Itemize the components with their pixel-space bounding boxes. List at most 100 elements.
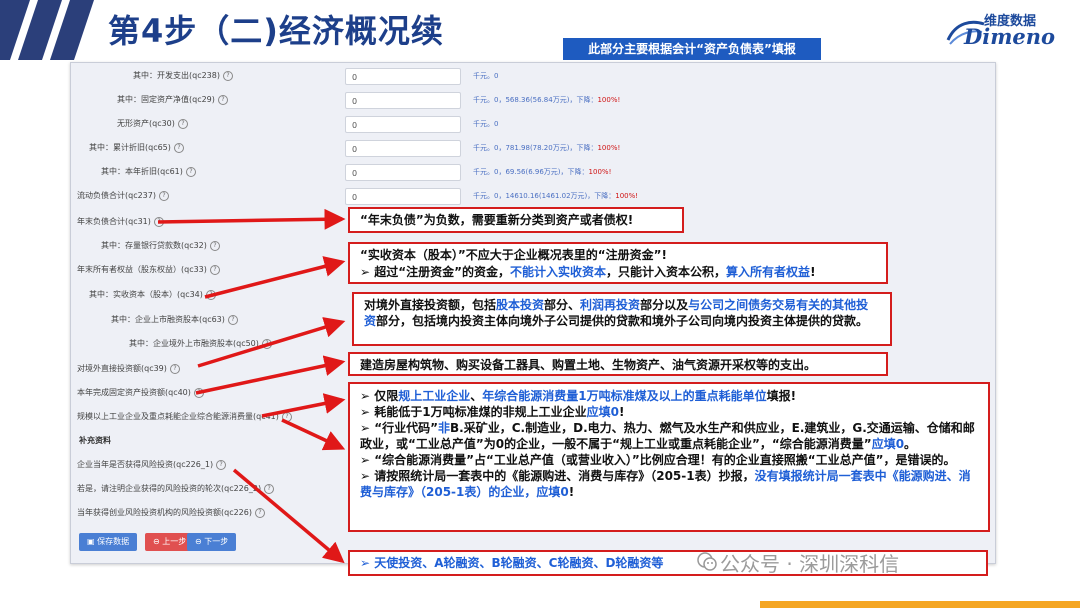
help-icon[interactable]: ? [169,363,180,374]
header-slash-decoration [0,0,94,60]
form-row-input[interactable]: 0 [345,140,461,157]
help-icon[interactable]: ? [255,507,265,518]
form-row-label: 其中：开发支出(qc238)? [133,70,233,81]
section-supplement-title: 补充资料 [79,436,111,445]
next-step-label: 下一步 [204,537,229,546]
note-red: 100% [597,96,618,104]
form-row-note: 千元。0 [473,71,498,81]
form-row: 流动负债合计(qc237)? 0 千元。0，14610.16(1461.02万元)，… [71,186,995,208]
form-row: 其中：固定资产净值(qc29)? 0 千元。0，568.36(56.84万元)，下降… [71,90,995,112]
a2-seg-c: ，只能计入资本公积， [606,265,727,279]
form-row-label: 企业当年是否获得风险投资(qc226_1)? [77,459,227,470]
form-row-label-text: 当年获得创业风险投资机构的风险投资额(qc226) [77,508,252,517]
a5-bullet-3: ➢ “行业代码”非B.采矿业，C.制造业，D.电力、热力、燃气及水生产和供应业，… [360,420,978,452]
help-icon[interactable]: ? [261,338,272,349]
form-row-label-text: 对境外直接投资额(qc39) [77,364,167,373]
form-row-input[interactable]: 0 [345,116,461,133]
form-row-label: 年末所有者权益（股东权益）(qc33)? [77,264,220,275]
a2-seg-d: 算入所有者权益 [726,265,811,279]
note-text: 千元。0，568.36(56.84万元)，下降： [473,96,598,104]
help-icon[interactable]: ? [209,264,220,275]
form-row-label: 规模以上工业企业及重点耗能企业综合能源消费量(qc41)? [77,411,292,422]
form-row-label-text: 本年完成固定资产投资额(qc40) [77,388,191,397]
a3-seg-4: 利润再投资 [580,298,641,312]
form-row-label: 年末负债合计(qc31)? [77,216,164,227]
save-icon: ▣ [87,537,98,546]
a5-b3-b: 非 [438,421,451,435]
page-title: 第4步（二)经济概况续 [108,12,444,50]
form-row-input[interactable]: 0 [345,68,461,85]
a3-seg-3: 部分、 [544,298,581,312]
help-icon[interactable]: ? [223,70,233,81]
a5-b1-c: 、 [470,389,483,403]
help-icon[interactable]: ? [209,240,220,251]
a5-b3-e: 。 [904,437,917,451]
help-icon[interactable]: ? [217,94,228,105]
help-icon[interactable]: ? [216,459,227,470]
form-row-label: 流动负债合计(qc237)? [77,190,169,201]
form-row: 无形资产(qc30)? 0 千元。0 [71,114,995,136]
subnote-banner: 此部分主要根据会计“资产负债表”填报 [563,38,821,60]
form-row-note: 千元。0，14610.16(1461.02万元)，下降：100%! [473,191,638,201]
form-row-label-text: 其中：本年折旧(qc61) [101,167,183,176]
annotation-energy-consumption: ➢ 仅限规上工业企业、年综合能源消费量1万吨标准煤及以上的重点耗能单位填报! ➢… [348,382,990,532]
form-row-label: 本年完成固定资产投资额(qc40)? [77,387,204,398]
annotation-outward-investment: 对境外直接投资额，包括股本投资部分、利润再投资部分以及与公司之间债务交易有关的其… [352,292,892,346]
form-row-input[interactable]: 0 [345,92,461,109]
save-button[interactable]: ▣ 保存数据 [79,533,138,551]
watermark-text: 公众号 · 深圳深科信 [720,552,900,576]
form-row-label: 其中：企业上市融资股本(qc63)? [111,314,238,325]
form-row-label: 其中：固定资产净值(qc29)? [117,94,228,105]
form-row-label-text: 无形资产(qc30) [117,119,175,128]
forward-icon: ⊖ [195,537,205,546]
form-row-label: 其中：实收资本（股本）(qc34)? [89,289,216,300]
help-icon[interactable]: ? [281,411,292,422]
form-row-label-text: 其中：累计折旧(qc65) [89,143,171,152]
annotation-2-line2: ➢ 超过“注册资金”的资金，不能计入实收资本，只能计入资本公积，算入所有者权益! [360,264,876,281]
a5-b2-a: ➢ 耗能低于1万吨标准煤的非规上工业企业 [360,405,587,419]
save-button-label: 保存数据 [97,537,130,546]
help-icon[interactable]: ? [153,216,164,227]
annotation-2-line1: “实收资本（股本）”不应大于企业概况表里的“注册资金”! [360,248,668,262]
form-row-label: 无形资产(qc30)? [117,118,188,129]
form-row-label: 其中：累计折旧(qc65)? [89,142,184,153]
form-row-label: 其中：存量银行贷款数(qc32)? [101,240,220,251]
a5-b2-b: 应填0 [586,405,619,419]
note-tail: ! [608,168,612,176]
form-row-label-text: 其中：开发支出(qc238) [133,71,220,80]
form-row-label-text: 其中：实收资本（股本）(qc34) [89,290,203,299]
help-icon[interactable]: ? [173,142,184,153]
help-icon[interactable]: ? [227,314,238,325]
form-row-note: 千元。0，568.36(56.84万元)，下降：100%! [473,95,620,105]
form-row-label-text: 其中：企业上市融资股本(qc63) [111,315,225,324]
a5-b3-a: ➢ “行业代码” [360,421,439,435]
logo-english: Dimeno [964,24,1056,49]
note-tail: ! [617,96,621,104]
help-icon[interactable]: ? [185,166,196,177]
a5-b1-e: 填报! [766,389,797,403]
form-row-label-text: 其中：企业境外上市融资股本(qc50) [129,339,259,348]
form-row-input[interactable]: 0 [345,164,461,181]
a5-b5-c: ! [568,485,575,499]
help-icon[interactable]: ? [159,190,169,201]
a3-seg-5: 部分以及 [640,298,689,312]
form-row: 其中：本年折旧(qc61)? 0 千元。0，69.56(6.96万元)，下降：100… [71,162,995,184]
form-row-input[interactable]: 0 [345,188,461,205]
form-row-label-text: 流动负债合计(qc237) [77,191,156,200]
a5-b1-a: ➢ 仅限 [360,389,399,403]
a2-seg-e: ! [810,265,816,279]
form-row: 其中：累计折旧(qc65)? 0 千元。0，781.98(78.20万元)，下降：1… [71,138,995,160]
next-step-button[interactable]: ⊖ 下一步 [187,533,237,551]
bottom-accent-bar [760,601,1080,608]
help-icon[interactable]: ? [193,387,204,398]
note-text: 千元。0，69.56(6.96万元)，下降： [473,168,589,176]
help-icon[interactable]: ? [264,483,275,494]
form-row-label-text: 年末负债合计(qc31) [77,217,151,226]
a5-bullet-4: ➢ “综合能源消费量”占“工业总产值（或营业收入）”比例应合理！有的企业直接照搬… [360,453,956,467]
wechat-icon [697,552,717,571]
form-row-label-text: 年末所有者权益（股东权益）(qc33) [77,265,207,274]
help-icon[interactable]: ? [205,289,216,300]
help-icon[interactable]: ? [177,118,188,129]
form-row-label: 其中：本年折旧(qc61)? [101,166,196,177]
a5-b5-a: ➢ 请按照统计局一套表中的《能源购进、消费与库存》（205-1表）抄报， [360,469,755,483]
